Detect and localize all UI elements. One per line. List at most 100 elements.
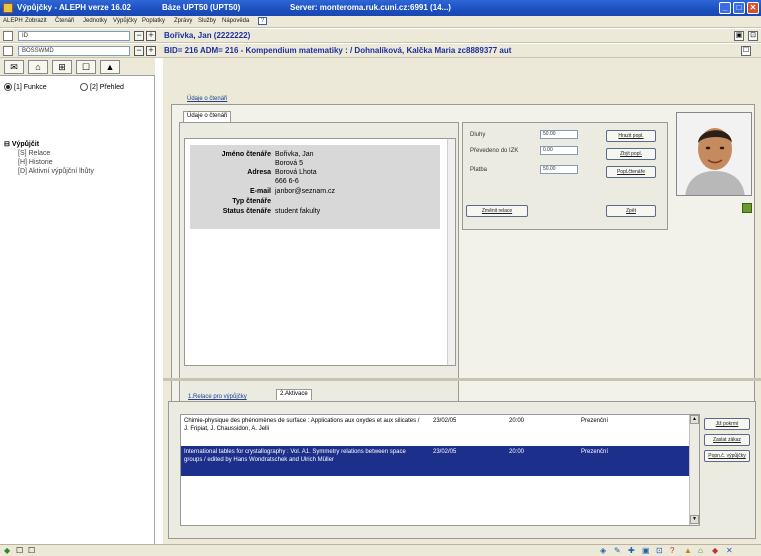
radio-prehled-label: [2] Přehled bbox=[90, 83, 124, 91]
status-box1-icon[interactable]: ☐ bbox=[16, 546, 23, 555]
email-value: janbor@seznam.cz bbox=[275, 188, 336, 195]
back-button[interactable]: Zpět bbox=[606, 205, 656, 217]
reader-fees-button[interactable]: Popl.čtenáře bbox=[606, 166, 656, 178]
tree-root-label: Výpůjčit bbox=[11, 141, 40, 148]
print-icon[interactable]: ▣ bbox=[734, 31, 744, 41]
menu-bar: ALEPH Zobrazit Čtenáři Jednotky Výpůjčky… bbox=[0, 16, 761, 28]
addr-line2-value: Borová Lhota bbox=[275, 169, 317, 176]
scroll-up-icon[interactable]: ▲ bbox=[690, 415, 699, 424]
window-icon[interactable]: ☐ bbox=[741, 46, 751, 56]
status-help-icon[interactable]: ? bbox=[670, 546, 674, 555]
tree-item-relace[interactable]: [S] Relace bbox=[4, 149, 94, 158]
loan-date: 23/02/05 bbox=[433, 449, 457, 455]
tab-mail-icon[interactable]: ✉ bbox=[4, 60, 24, 74]
status-close-icon[interactable]: ✕ bbox=[726, 546, 733, 555]
status-warning-icon[interactable]: ▲ bbox=[684, 546, 692, 555]
tab-home-icon[interactable]: ⌂ bbox=[28, 60, 48, 74]
waive-fee-button[interactable]: Zbýt popl. bbox=[606, 148, 656, 160]
minimize-button[interactable]: _ bbox=[719, 2, 731, 14]
base-label: Báze UPT50 (UPT50) bbox=[162, 3, 241, 12]
tab-person-icon[interactable]: ▲ bbox=[100, 60, 120, 74]
tree-root[interactable]: ⊟ Výpůjčit bbox=[4, 140, 94, 149]
document-combo[interactable]: BOSSWMD bbox=[18, 46, 130, 56]
menu-aleph[interactable]: ALEPH bbox=[3, 18, 23, 24]
document-icon bbox=[3, 46, 13, 56]
patron-detail: Jméno čtenáře Bořivka, Jan Borová 5 Adre… bbox=[184, 138, 456, 366]
addr-line1-value: Borová 5 bbox=[275, 160, 304, 167]
menu-napoveda[interactable]: Nápověda bbox=[222, 18, 249, 24]
tree-item-lhuty[interactable]: [D] Aktivní výpůjční lhůty bbox=[4, 167, 94, 176]
loan-date: 23/02/05 bbox=[433, 418, 457, 424]
prevod-label: Převedeno do IZK bbox=[470, 148, 519, 154]
collapse-doc-icon[interactable]: − bbox=[134, 46, 144, 56]
splitter[interactable] bbox=[163, 378, 761, 381]
loan-button-1[interactable]: Již pokrmí bbox=[704, 418, 750, 430]
dluh-field: 50.00 bbox=[540, 130, 578, 139]
platba-field[interactable]: 50.00 bbox=[540, 165, 578, 174]
collapse-icon[interactable]: − bbox=[134, 31, 144, 41]
status-add-icon[interactable]: ✚ bbox=[628, 546, 635, 555]
menu-poplatky[interactable]: Poplatky bbox=[142, 18, 165, 24]
maximize-button[interactable]: □ bbox=[733, 2, 745, 14]
menu-sluzby[interactable]: Služby bbox=[198, 18, 216, 24]
radio-off-icon bbox=[80, 83, 88, 91]
status-window-icon[interactable]: ⊡ bbox=[656, 546, 663, 555]
dluh-label: Dluhy bbox=[470, 132, 486, 138]
loan-row[interactable]: Chimie-physique des phénomènes de surfac… bbox=[181, 415, 689, 445]
status-edit-icon[interactable]: ✎ bbox=[614, 546, 621, 555]
scroll-down-icon[interactable]: ▼ bbox=[690, 515, 699, 524]
save-icon[interactable]: ⊡ bbox=[748, 31, 758, 41]
loan-button-2[interactable]: Zaslat zákaz bbox=[704, 434, 750, 446]
status-grid-icon[interactable]: ▣ bbox=[642, 546, 650, 555]
addr-line3-value: 666 6-6 bbox=[275, 178, 299, 185]
tree-item-historie[interactable]: [H] Historie bbox=[4, 158, 94, 167]
loan-status: Prezenční bbox=[581, 418, 609, 424]
menu-jednotky[interactable]: Jednotky bbox=[83, 18, 107, 24]
loans-scrollbar[interactable]: ▲ ▼ bbox=[689, 415, 699, 525]
tab-page-icon[interactable]: ☐ bbox=[76, 60, 96, 74]
close-button[interactable]: ✕ bbox=[747, 2, 759, 14]
left-tabs: ✉ ⌂ ⊞ ☐ ▲ bbox=[0, 58, 155, 76]
document-header: BID= 216 ADM= 216 - Kompendium matematik… bbox=[164, 46, 512, 55]
tab-patron-inner[interactable]: Údaje o čtenáři bbox=[183, 111, 232, 122]
menu-vypujcky[interactable]: Výpůjčky bbox=[113, 18, 137, 24]
menu-ctenari[interactable]: Čtenáři bbox=[55, 18, 74, 24]
email-label: E-mail bbox=[249, 188, 271, 195]
document-row: BOSSWMD − + BID= 216 ADM= 216 - Kompendi… bbox=[0, 44, 761, 58]
app-icon bbox=[3, 3, 13, 13]
loan-row-selected[interactable]: International tables for crystallography… bbox=[181, 446, 689, 476]
expand-doc-icon[interactable]: + bbox=[146, 46, 156, 56]
title-bar: Výpůjčky - ALEPH verze 16.02 Báze UPT50 … bbox=[0, 0, 761, 16]
patron-scrollbar[interactable] bbox=[447, 139, 455, 365]
patron-photo bbox=[676, 112, 752, 196]
help-icon[interactable]: ? bbox=[258, 17, 268, 25]
function-tree: ⊟ Výpůjčit [S] Relace [H] Historie [D] A… bbox=[4, 140, 94, 176]
patron-info-box: Jméno čtenáře Bořivka, Jan Borová 5 Adre… bbox=[190, 145, 440, 229]
pay-fee-button[interactable]: Hrazit popl. bbox=[606, 130, 656, 142]
change-relation-button[interactable]: Změnit relace bbox=[466, 205, 528, 217]
status-home-icon[interactable]: ⌂ bbox=[698, 546, 703, 555]
menu-zobrazit[interactable]: Zobrazit bbox=[25, 18, 47, 24]
platba-label: Platba bbox=[470, 167, 488, 173]
expand-icon[interactable]: + bbox=[146, 31, 156, 41]
loan-status: Prezenční bbox=[581, 449, 609, 455]
name-label: Jméno čtenáře bbox=[221, 151, 271, 158]
radio-funkce-label: [1] Funkce bbox=[14, 83, 47, 91]
type-label: Typ čtenáře bbox=[232, 198, 271, 205]
tab-patron-outer[interactable]: Údaje o čtenáři bbox=[187, 96, 227, 102]
tab-activation[interactable]: 2.Aktivace bbox=[276, 389, 312, 400]
tab-grid-icon[interactable]: ⊞ bbox=[52, 60, 72, 74]
loans-list: Chimie-physique des phénomènes de surfac… bbox=[180, 414, 700, 526]
tab-loan-relations[interactable]: 1.Relace pro výpůjčky bbox=[188, 394, 247, 400]
edit-photo-icon[interactable] bbox=[742, 203, 752, 213]
status-box2-icon[interactable]: ☐ bbox=[28, 546, 35, 555]
radio-funkce[interactable]: [1] Funkce bbox=[4, 83, 47, 91]
loan-button-3[interactable]: Popn.č. výpůjčky bbox=[704, 450, 750, 462]
status-tool1-icon[interactable]: ◈ bbox=[600, 546, 606, 555]
status-diamond-icon[interactable]: ◆ bbox=[4, 546, 10, 555]
window-title: Výpůjčky - ALEPH verze 16.02 bbox=[17, 3, 131, 12]
patron-id-combo[interactable]: ID bbox=[18, 31, 130, 41]
radio-prehled[interactable]: [2] Přehled bbox=[80, 83, 124, 91]
status-stop-icon[interactable]: ◆ bbox=[712, 546, 718, 555]
menu-zpravy[interactable]: Zprávy bbox=[174, 18, 192, 24]
